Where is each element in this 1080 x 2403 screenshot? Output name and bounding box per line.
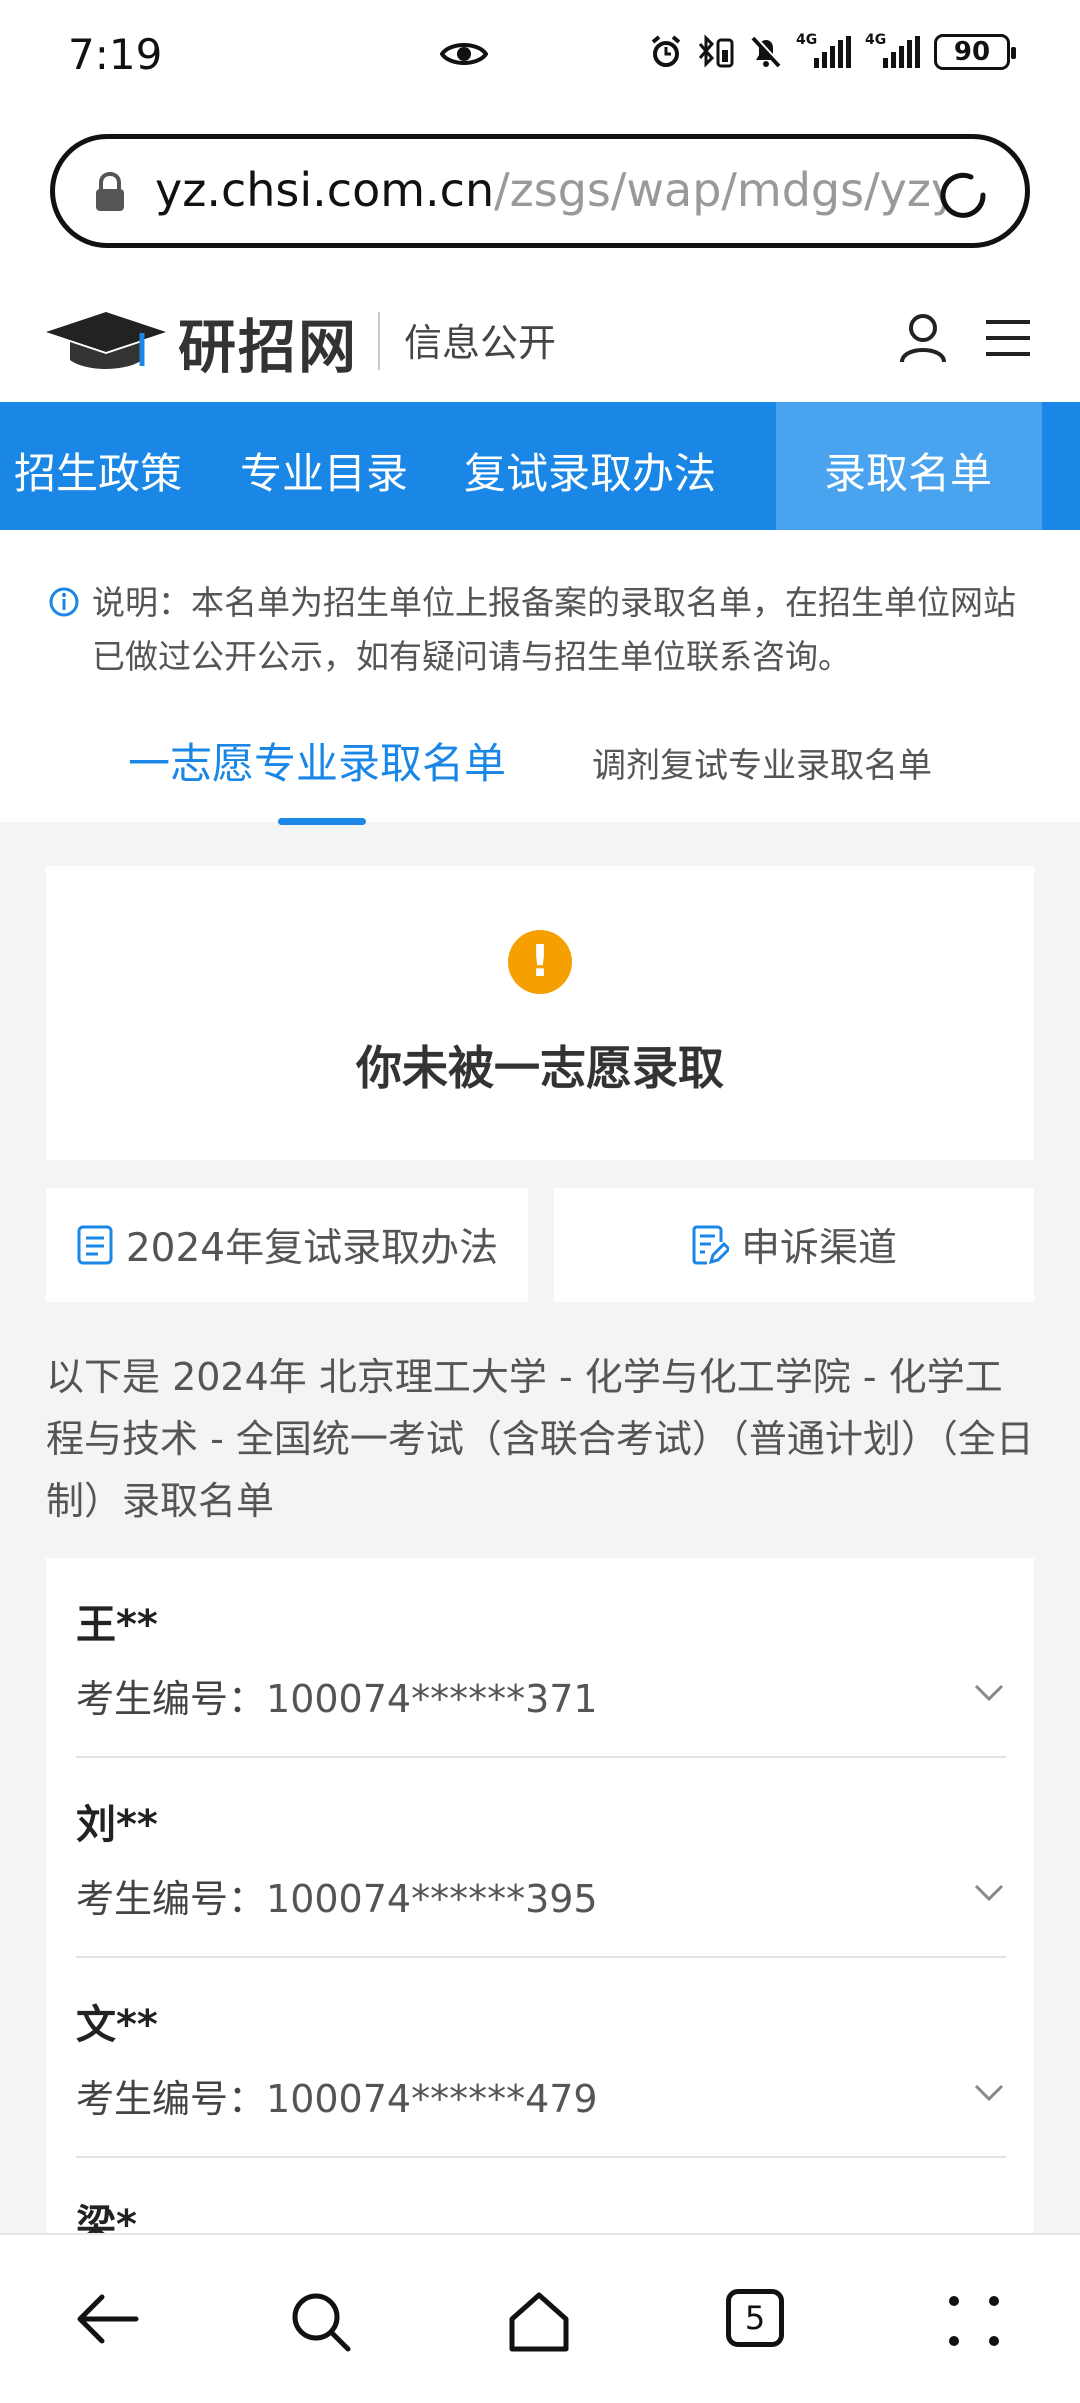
candidate-id: 考生编号：100074******371: [76, 1668, 598, 1723]
menu-icon[interactable]: [984, 318, 1032, 358]
chevron-down-icon[interactable]: [974, 2084, 1004, 2102]
cell-signal-1: 4G: [796, 32, 851, 68]
tabs-button[interactable]: 5: [726, 2289, 784, 2347]
eye-icon: [440, 43, 488, 65]
site-subtitle: 信息公开: [404, 321, 557, 365]
browser-toolbar: yz.chsi.com.cn/zsgs/wap/mdgs/yzy: [0, 112, 1080, 262]
browser-bottom-bar: 5: [0, 2233, 1080, 2403]
list-item[interactable]: 刘** 考生编号：100074******395: [76, 1758, 1006, 1958]
candidate-name: 王**: [76, 1602, 158, 1648]
candidate-name: 文**: [76, 2002, 158, 2048]
id-label: 考生编号：: [76, 1877, 267, 1921]
site-header: 研招网 信息公开: [0, 262, 1080, 402]
chevron-down-icon[interactable]: [974, 1884, 1004, 1902]
candidate-id: 考生编号：100074******479: [76, 2068, 598, 2123]
edit-document-icon: [692, 1225, 729, 1265]
id-label: 考生编号：: [76, 2077, 267, 2121]
tab-first-choice[interactable]: 一志愿专业录取名单: [128, 730, 506, 791]
active-tab-indicator: [278, 818, 366, 825]
nav-item-retest-method[interactable]: 复试录取办法: [464, 440, 716, 501]
status-bar: 7:19 4G 4G 90: [0, 0, 1080, 112]
list-item[interactable]: 王** 考生编号：100074******371: [76, 1558, 1006, 1758]
candidate-id: 考生编号：100074******395: [76, 1868, 598, 1923]
more-options-icon[interactable]: [944, 2291, 1004, 2351]
exclamation-icon: !: [508, 930, 572, 994]
lock-icon: [96, 171, 124, 211]
notice-section: 说明：本名单为招生单位上报备案的录取名单，在招生单位网站已做过公开公示，如有疑问…: [0, 530, 1080, 825]
notice-text: 说明：本名单为招生单位上报备案的录取名单，在招生单位网站已做过公开公示，如有疑问…: [92, 583, 1016, 676]
admission-list: 王** 考生编号：100074******371 刘** 考生编号：100074…: [46, 1558, 1034, 2258]
document-icon: [77, 1225, 113, 1265]
list-item[interactable]: 文** 考生编号：100074******479: [76, 1958, 1006, 2158]
candidate-name: 刘**: [76, 1802, 158, 1848]
id-value: 100074******395: [266, 1877, 598, 1921]
appeal-channel-label: 申诉渠道: [740, 1226, 897, 1271]
retest-method-button[interactable]: 2024年复试录取办法: [46, 1188, 528, 1302]
nav-item-policy[interactable]: 招生政策: [14, 440, 182, 501]
url-path: /zsgs/wap/mdgs/yzy: [494, 163, 945, 217]
info-icon: [49, 587, 79, 617]
id-value: 100074******371: [266, 1677, 598, 1721]
result-card: ! 你未被一志愿录取: [46, 866, 1034, 1160]
url-text[interactable]: yz.chsi.com.cn/zsgs/wap/mdgs/yzy: [155, 163, 945, 217]
result-message: 你未被一志愿录取: [356, 1041, 724, 1095]
bluetooth-battery-icon: [698, 34, 734, 68]
chevron-down-icon[interactable]: [974, 1684, 1004, 1702]
retest-method-label: 2024年复试录取办法: [125, 1226, 499, 1271]
search-icon[interactable]: [290, 2291, 352, 2353]
alarm-icon: [651, 35, 681, 67]
main-nav: 招生政策 专业目录 复试录取办法 录取名单: [0, 402, 1080, 530]
address-bar[interactable]: yz.chsi.com.cn/zsgs/wap/mdgs/yzy: [50, 134, 1030, 248]
nav-item-catalog[interactable]: 专业目录: [240, 440, 408, 501]
list-description: 以下是 2024年 北京理工大学 - 化学与化工学院 - 化学工程与技术 - 全…: [46, 1355, 1034, 1523]
graduation-cap-icon: [46, 312, 166, 369]
id-label: 考生编号：: [76, 1677, 267, 1721]
reload-icon[interactable]: [933, 165, 993, 225]
id-value: 100074******479: [266, 2077, 598, 2121]
nav-item-admission-list[interactable]: 录取名单: [824, 440, 992, 501]
cell-signal-2: 4G: [865, 32, 920, 68]
appeal-channel-button[interactable]: 申诉渠道: [554, 1188, 1034, 1302]
back-arrow-icon[interactable]: [76, 2291, 140, 2347]
user-icon[interactable]: [898, 312, 948, 364]
home-icon[interactable]: [506, 2291, 572, 2353]
mute-bell-icon: [751, 35, 782, 68]
logo-divider: [378, 312, 380, 370]
url-host: yz.chsi.com.cn: [155, 163, 495, 217]
battery-indicator: 90: [934, 34, 1016, 70]
tab-adjustment[interactable]: 调剂复试专业录取名单: [592, 738, 932, 787]
status-time: 7:19: [68, 30, 163, 79]
site-logo[interactable]: 研招网: [178, 300, 358, 384]
